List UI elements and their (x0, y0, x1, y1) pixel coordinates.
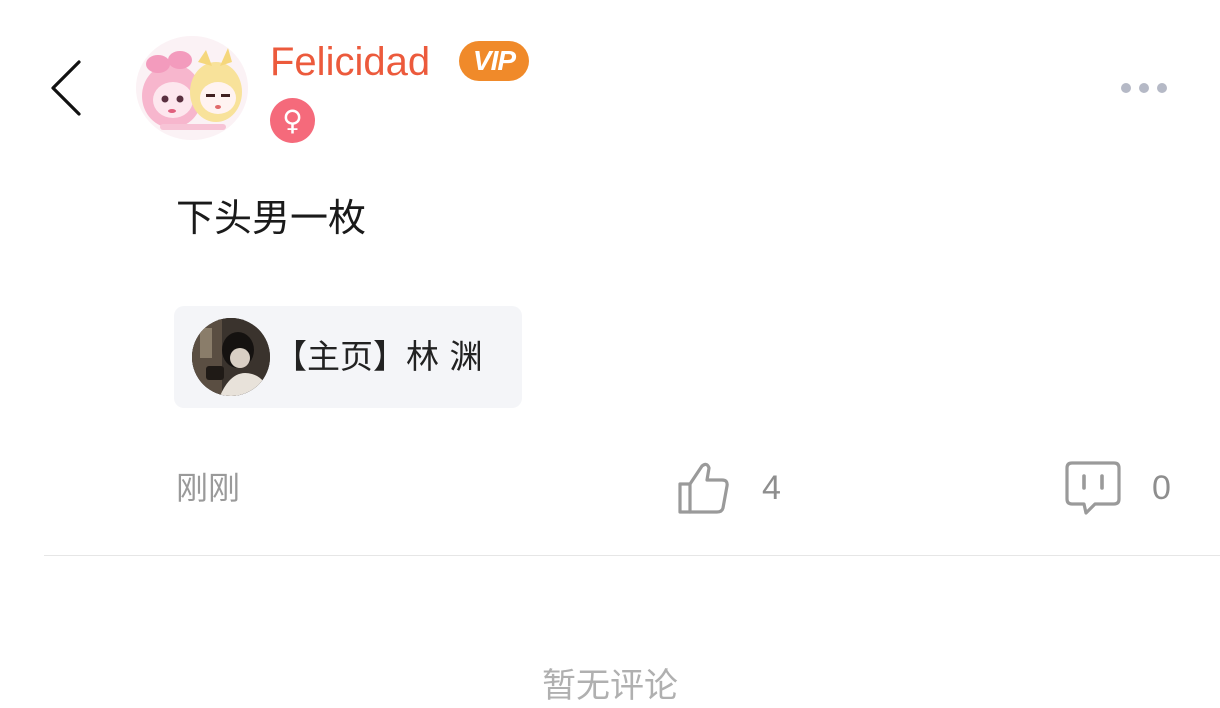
vip-badge: VIP (459, 41, 529, 81)
comment-bubble-icon (1065, 461, 1121, 515)
divider (44, 555, 1220, 556)
user-avatar[interactable] (136, 36, 248, 140)
like-count: 4 (762, 469, 781, 507)
profile-link-label: 【主页】林 渊 (274, 337, 483, 376)
female-gender-icon: ♀ (270, 98, 315, 143)
linked-profile-avatar (192, 318, 270, 396)
comment-count: 0 (1152, 469, 1171, 507)
post-text: 下头男一枚 (176, 196, 367, 240)
comment-button[interactable]: 0 (1062, 458, 1180, 520)
more-horizontal-icon (1121, 83, 1167, 93)
back-button[interactable] (44, 56, 92, 120)
post-timestamp: 刚刚 (176, 469, 241, 507)
no-comments-text: 暂无评论 (542, 666, 678, 706)
chevron-left-icon (51, 60, 81, 116)
like-button[interactable]: 4 (674, 458, 794, 518)
profile-link-card[interactable]: 【主页】林 渊 (174, 306, 522, 408)
username[interactable]: Felicidad (270, 36, 430, 88)
thumbs-up-icon (678, 462, 729, 514)
more-button[interactable] (1116, 72, 1172, 104)
